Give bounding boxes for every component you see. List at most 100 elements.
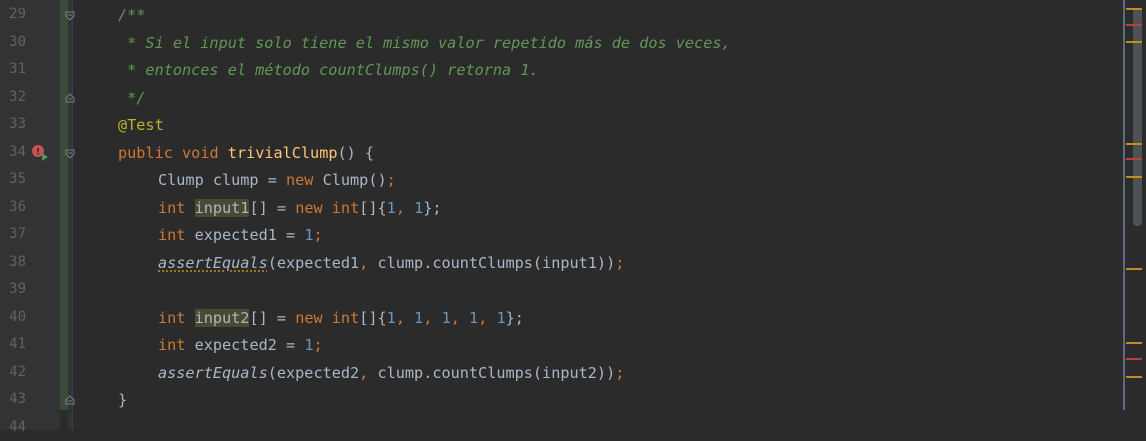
comma: , <box>359 254 368 272</box>
code-text: expected1 = <box>185 226 304 244</box>
warning-marker[interactable] <box>1126 8 1142 10</box>
error-marker[interactable] <box>1126 358 1142 360</box>
keyword: int <box>332 309 359 327</box>
keyword: public <box>118 144 173 162</box>
warning-marker[interactable] <box>1126 176 1142 178</box>
code-line: int expected2 = 1; <box>158 332 323 359</box>
fold-collapse-icon[interactable] <box>64 10 76 22</box>
doc-comment-close: */ <box>118 85 145 112</box>
closing-brace: } <box>118 387 127 414</box>
keyword: new <box>286 171 313 189</box>
code-text: Clump clump = <box>158 171 286 189</box>
semicolon: ; <box>387 171 396 189</box>
code-area[interactable]: /** * Si el input solo tiene el mismo va… <box>78 0 1116 430</box>
fold-end-icon[interactable] <box>64 394 76 406</box>
code-text: }; <box>506 309 524 327</box>
method-declaration: public void trivialClump() { <box>118 140 374 167</box>
code-text: [] = <box>249 309 295 327</box>
line-number: 33 <box>0 111 26 138</box>
code-text: clump.countClumps(input2)) <box>368 364 615 382</box>
method-name: trivialClump <box>228 144 338 162</box>
code-text: Clump() <box>313 171 386 189</box>
error-marker[interactable] <box>1126 24 1142 26</box>
doc-comment-line: * entonces el método countClumps() retor… <box>118 57 539 84</box>
line-number: 35 <box>0 166 26 193</box>
code-text: []{ <box>359 309 386 327</box>
keyword: int <box>158 226 185 244</box>
code-text: clump.countClumps(input1)) <box>368 254 615 272</box>
fold-end-icon[interactable] <box>64 92 76 104</box>
line-number: 40 <box>0 304 26 331</box>
line-number: 43 <box>0 386 26 413</box>
code-line: int input2[] = new int[]{1, 1, 1, 1, 1}; <box>158 305 524 332</box>
line-number: 41 <box>0 331 26 358</box>
test-annotation: @Test <box>118 112 164 139</box>
comma: , <box>423 309 441 327</box>
code-line: assertEquals(expected1, clump.countClump… <box>158 250 624 277</box>
vcs-change-marker[interactable] <box>60 0 68 410</box>
number-literal: 1 <box>442 309 451 327</box>
warning-marker[interactable] <box>1126 41 1142 43</box>
code-text: (expected2 <box>268 364 359 382</box>
keyword: int <box>332 199 359 217</box>
svg-text:!: ! <box>36 148 40 158</box>
code-line: Clump clump = new Clump(); <box>158 167 396 194</box>
number-literal: 1 <box>469 309 478 327</box>
line-number: 36 <box>0 194 26 221</box>
error-marker[interactable] <box>1126 158 1142 160</box>
line-number: 42 <box>0 359 26 386</box>
semicolon: ; <box>615 364 624 382</box>
code-line: int input1[] = new int[]{1, 1}; <box>158 195 442 222</box>
code-editor[interactable]: 29 30 31 32 33 34 35 36 37 38 39 40 41 4… <box>0 0 1146 430</box>
number-literal: 1 <box>496 309 505 327</box>
semicolon: ; <box>615 254 624 272</box>
line-number: 38 <box>0 249 26 276</box>
semicolon: ; <box>313 336 322 354</box>
line-number: 37 <box>0 221 26 248</box>
warning-marker[interactable] <box>1126 376 1142 378</box>
comma: , <box>478 309 496 327</box>
comma: , <box>451 309 469 327</box>
code-line: assertEquals(expected2, clump.countClump… <box>158 360 624 387</box>
keyword: int <box>158 199 185 217</box>
code-text: []{ <box>359 199 386 217</box>
keyword: void <box>182 144 219 162</box>
code-text: expected2 = <box>185 336 304 354</box>
semicolon: ; <box>313 226 322 244</box>
comma: , <box>359 364 368 382</box>
gutter-divider <box>72 0 73 430</box>
line-number: 44 <box>0 414 26 441</box>
keyword: new <box>295 199 322 217</box>
code-line: int expected1 = 1; <box>158 222 323 249</box>
line-number: 30 <box>0 29 26 56</box>
number-literal: 1 <box>387 309 396 327</box>
keyword: int <box>158 309 185 327</box>
comma: , <box>396 309 414 327</box>
keyword: int <box>158 336 185 354</box>
warning-marker[interactable] <box>1126 342 1142 344</box>
fold-collapse-icon[interactable] <box>64 148 76 160</box>
static-method-call: assertEquals <box>158 254 268 272</box>
run-test-failed-icon[interactable]: ! <box>31 144 49 162</box>
doc-comment-open: /** <box>118 2 145 29</box>
line-number: 39 <box>0 276 26 303</box>
line-number: 31 <box>0 56 26 83</box>
warning-marker[interactable] <box>1126 143 1142 145</box>
code-text: }; <box>423 199 441 217</box>
line-number: 34 <box>0 139 26 166</box>
number-literal: 1 <box>387 199 396 217</box>
code-text: () { <box>338 144 375 162</box>
number-literal: 1 <box>414 309 423 327</box>
warning-marker[interactable] <box>1126 268 1142 270</box>
doc-comment-line: * Si el input solo tiene el mismo valor … <box>118 30 731 57</box>
keyword: new <box>295 309 322 327</box>
code-text: (expected1 <box>268 254 359 272</box>
highlighted-variable: input2 <box>195 309 250 327</box>
comma: , <box>396 199 414 217</box>
number-literal: 1 <box>414 199 423 217</box>
highlighted-variable: input1 <box>195 199 250 217</box>
scroll-track <box>1123 0 1125 410</box>
line-number: 29 <box>0 1 26 28</box>
line-number: 32 <box>0 84 26 111</box>
static-method-call: assertEquals <box>158 364 268 382</box>
